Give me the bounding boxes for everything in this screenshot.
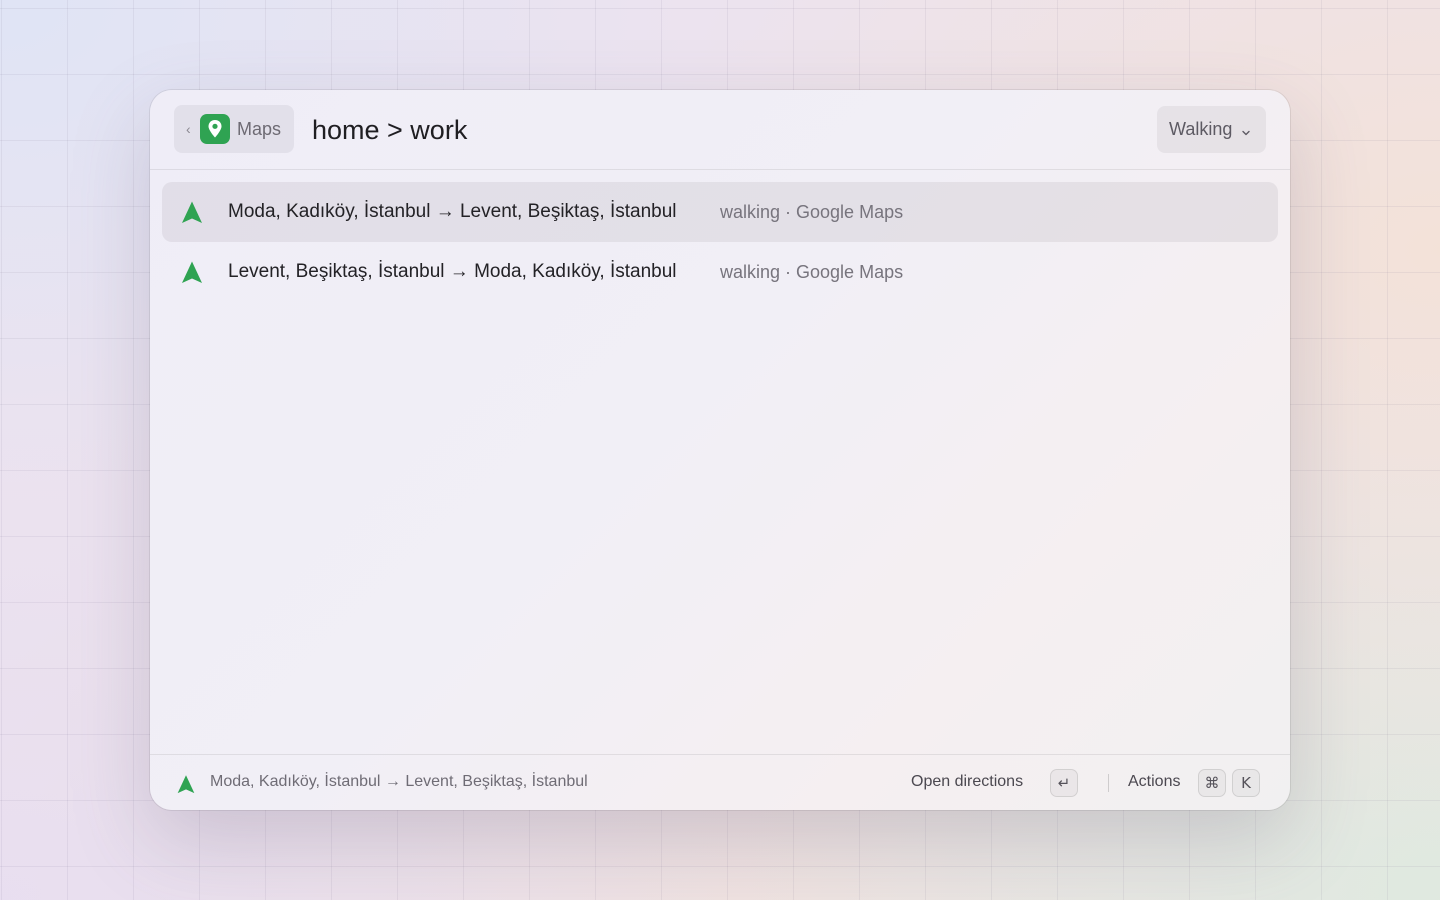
back-button-label: Maps xyxy=(237,118,282,139)
actions-button[interactable]: Actions xyxy=(1128,773,1180,791)
enter-key-hint: ↵ xyxy=(1050,769,1078,797)
search-header: ‹ Maps Walking xyxy=(150,90,1290,170)
maps-app-icon xyxy=(200,114,230,144)
navigation-arrow-icon xyxy=(182,261,202,283)
footer-divider xyxy=(1108,774,1109,792)
command-key-hint: ⌘ xyxy=(1198,769,1226,797)
result-title: Levent, Beşiktaş, İstanbul → Moda, Kadık… xyxy=(228,261,677,282)
list-item[interactable]: Levent, Beşiktaş, İstanbul → Moda, Kadık… xyxy=(162,242,1278,302)
action-bar: Moda, Kadıköy, İstanbul → Levent, Beşikt… xyxy=(150,754,1290,810)
list-item[interactable]: Moda, Kadıköy, İstanbul → Levent, Beşikt… xyxy=(162,182,1278,242)
k-key-hint: K xyxy=(1232,769,1260,797)
chevron-left-icon: ‹ xyxy=(186,121,191,137)
open-directions-button[interactable]: Open directions xyxy=(911,773,1023,791)
search-input[interactable] xyxy=(312,110,1112,150)
result-subtitle: walking · Google Maps xyxy=(720,261,904,282)
results-list: Moda, Kadıköy, İstanbul → Levent, Beşikt… xyxy=(162,182,1278,302)
result-subtitle: walking · Google Maps xyxy=(720,201,904,222)
selected-item-text: Moda, Kadıköy, İstanbul → Levent, Beşikt… xyxy=(210,773,588,790)
navigation-arrow-icon xyxy=(177,775,195,794)
navigation-arrow-icon xyxy=(182,201,202,223)
result-title: Moda, Kadıköy, İstanbul → Levent, Beşikt… xyxy=(228,201,677,222)
back-button[interactable]: ‹ Maps xyxy=(174,105,294,153)
command-window: ‹ Maps Walking Moda, Kadıköy, İstanbul →… xyxy=(150,90,1290,810)
travel-mode-dropdown[interactable]: Walking xyxy=(1157,106,1266,153)
travel-mode-label: Walking xyxy=(1169,119,1233,139)
chevron-down-icon xyxy=(1242,130,1251,135)
